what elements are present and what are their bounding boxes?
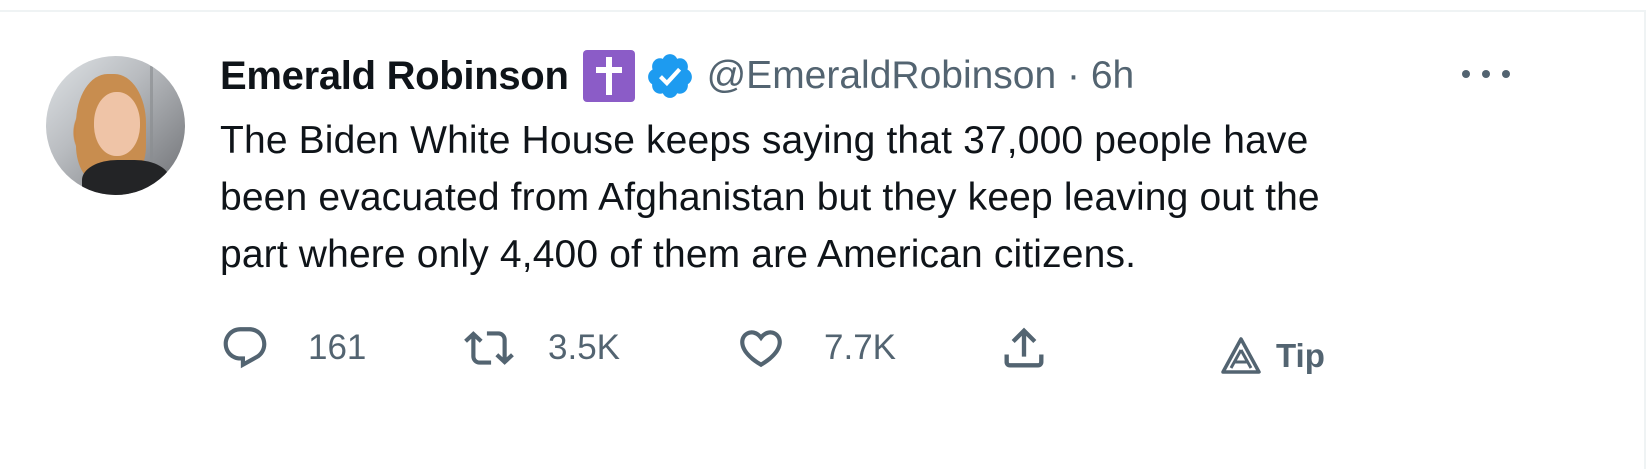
tip-button[interactable]: Tip bbox=[1220, 318, 1325, 394]
reply-button[interactable]: 161 bbox=[220, 318, 366, 378]
avatar[interactable] bbox=[46, 56, 185, 195]
tweet-header: Emerald Robinson @EmeraldRobinson · 6h bbox=[220, 48, 1134, 104]
avatar-background bbox=[150, 66, 183, 162]
like-count: 7.7K bbox=[824, 328, 896, 367]
tweet-text-line: been evacuated from Afghanistan but they… bbox=[220, 176, 1320, 219]
avatar-face bbox=[94, 92, 140, 156]
like-button[interactable]: 7.7K bbox=[736, 318, 896, 378]
more-options-icon[interactable] bbox=[1462, 56, 1510, 92]
share-icon bbox=[1004, 327, 1044, 368]
retweet-count: 3.5K bbox=[548, 328, 620, 367]
cross-icon bbox=[582, 50, 635, 102]
heart-icon bbox=[740, 330, 782, 368]
action-bar: 161 3.5K 7.7K Tip bbox=[220, 318, 1420, 378]
retweet-button[interactable]: 3.5K bbox=[462, 318, 620, 378]
retweet-icon bbox=[464, 331, 514, 365]
author-handle-time[interactable]: @EmeraldRobinson · 6h bbox=[707, 54, 1135, 98]
verified-badge-icon bbox=[647, 54, 692, 98]
avatar-shirt bbox=[82, 160, 170, 195]
tweet-text: The Biden White House keeps saying that … bbox=[220, 112, 1510, 283]
tip-label: Tip bbox=[1276, 337, 1325, 374]
tweet-text-line: part where only 4,400 of them are Americ… bbox=[220, 233, 1137, 276]
reply-count: 161 bbox=[308, 328, 367, 367]
author-name[interactable]: Emerald Robinson bbox=[220, 54, 569, 99]
tip-icon bbox=[1221, 337, 1261, 374]
reply-icon bbox=[223, 327, 267, 369]
tweet-text-line: The Biden White House keeps saying that … bbox=[220, 119, 1309, 162]
share-button[interactable] bbox=[998, 318, 1050, 378]
